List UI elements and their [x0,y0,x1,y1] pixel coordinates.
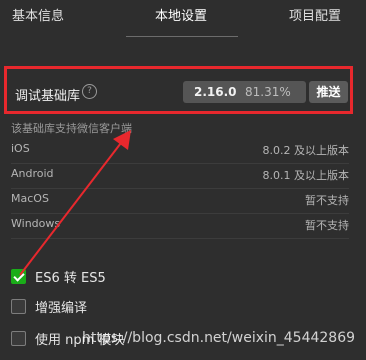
arrow-head-icon [113,130,131,150]
arrow-line [19,138,125,276]
annotation-arrow [19,130,131,276]
watermark: https://blog.csdn.net/weixin_45442869 [82,330,356,346]
